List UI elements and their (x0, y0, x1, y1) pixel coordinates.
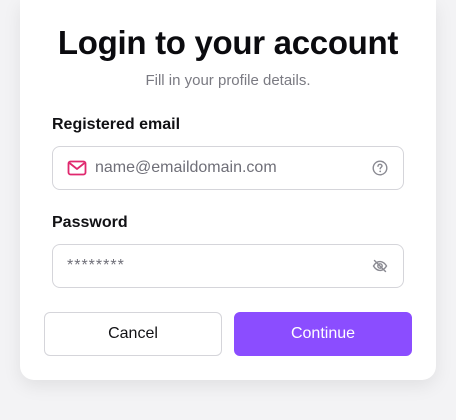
page-title: Login to your account (57, 24, 399, 61)
email-label: Registered email (52, 116, 181, 133)
login-card: Login to your account Fill in your profi… (20, 0, 436, 380)
page-subtitle: Fill in your profile details. (145, 72, 311, 89)
continue-button[interactable]: Continue (234, 312, 412, 356)
cancel-button[interactable]: Cancel (44, 312, 222, 356)
mail-icon (67, 158, 87, 178)
eye-off-icon[interactable] (371, 257, 389, 275)
password-label: Password (52, 214, 128, 231)
password-field-wrapper (52, 244, 404, 288)
help-circle-icon[interactable] (371, 159, 389, 177)
password-input[interactable] (53, 245, 371, 287)
email-field-wrapper (52, 146, 404, 190)
email-input[interactable] (95, 147, 371, 189)
